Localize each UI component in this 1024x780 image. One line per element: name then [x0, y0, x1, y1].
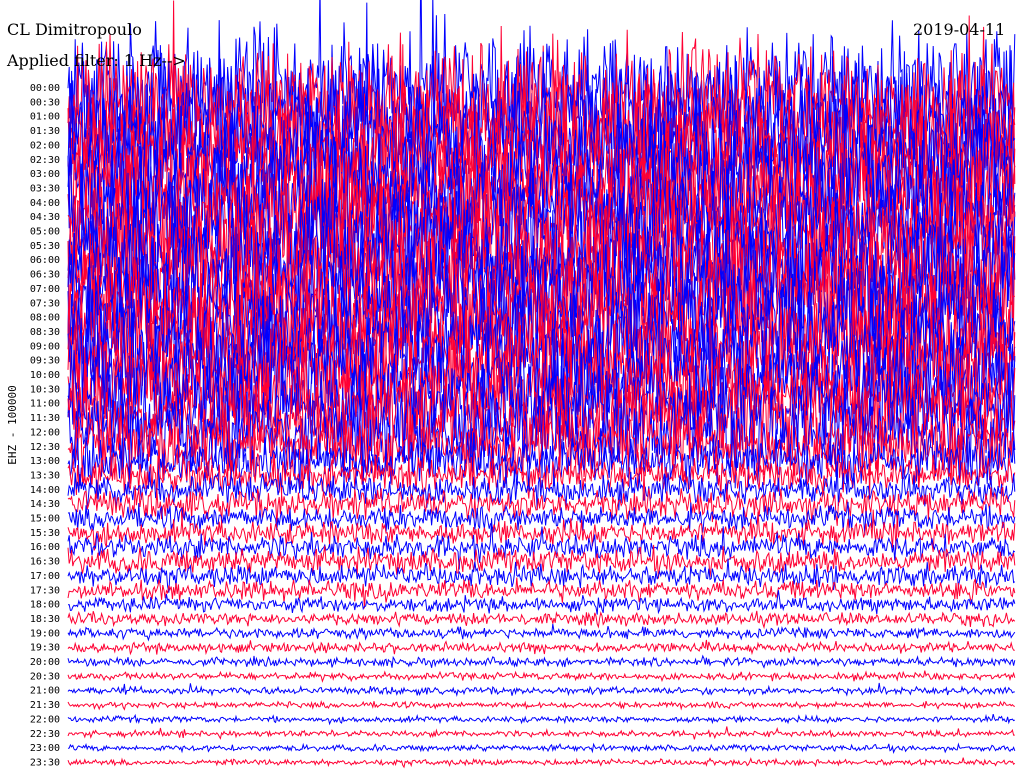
trace-line — [67, 742, 1016, 755]
time-label: 11:30 — [30, 413, 60, 424]
trace-line — [67, 590, 1016, 615]
time-label: 23:30 — [30, 757, 60, 768]
time-label: 02:30 — [30, 155, 60, 166]
trace-group — [67, 0, 1016, 769]
time-label: 22:00 — [30, 714, 60, 725]
trace-line — [67, 623, 1016, 642]
trace-line — [67, 757, 1016, 769]
trace-line — [67, 670, 1016, 683]
time-label: 05:00 — [30, 227, 60, 238]
date-label: 2019-04-11 — [913, 20, 1006, 39]
time-label: 01:00 — [30, 112, 60, 123]
time-label: 17:30 — [30, 585, 60, 596]
time-label: 06:30 — [30, 270, 60, 281]
time-label: 22:30 — [30, 729, 60, 740]
station-title: CL Dimitropoulo — [7, 20, 142, 39]
time-label: 13:30 — [30, 470, 60, 481]
time-label: 15:30 — [30, 528, 60, 539]
time-label: 16:00 — [30, 542, 60, 553]
time-label: 17:00 — [30, 571, 60, 582]
trace-line — [67, 639, 1015, 656]
time-label: 05:30 — [30, 241, 60, 252]
time-label: 08:30 — [30, 327, 60, 338]
time-label: 02:00 — [30, 140, 60, 151]
time-label: 11:00 — [30, 399, 60, 410]
time-label-group: 00:00 00:30 01:00 01:30 02:00 02:30 03:00 03:30… — [30, 83, 60, 768]
time-label: 16:30 — [30, 557, 60, 568]
helicorder-chart: 00:00 00:30 01:00 01:30 02:00 02:30 03:00 03:30… — [0, 0, 1024, 780]
time-label: 15:00 — [30, 514, 60, 525]
time-label: 10:00 — [30, 370, 60, 381]
time-label: 19:00 — [30, 628, 60, 639]
time-label: 09:00 — [30, 341, 60, 352]
time-label: 03:30 — [30, 183, 60, 194]
time-label: 04:30 — [30, 212, 60, 223]
trace-line — [67, 654, 1016, 669]
y-axis-label: EHZ - 100000 — [6, 385, 19, 464]
time-label: 18:30 — [30, 614, 60, 625]
time-label: 20:30 — [30, 671, 60, 682]
time-label: 06:00 — [30, 255, 60, 266]
time-label: 08:00 — [30, 313, 60, 324]
time-label: 21:00 — [30, 686, 60, 697]
time-label: 23:00 — [30, 743, 60, 754]
time-label: 21:30 — [30, 700, 60, 711]
time-label: 07:30 — [30, 298, 60, 309]
time-label: 14:00 — [30, 485, 60, 496]
time-label: 13:00 — [30, 456, 60, 467]
time-label: 10:30 — [30, 384, 60, 395]
trace-line — [67, 610, 1016, 630]
time-label: 20:00 — [30, 657, 60, 668]
time-label: 00:00 — [30, 83, 60, 94]
time-label: 03:00 — [30, 169, 60, 180]
time-label: 12:30 — [30, 442, 60, 453]
trace-line — [67, 726, 1015, 740]
helicorder-svg: 00:00 00:30 01:00 01:30 02:00 02:30 03:00 03:30… — [6, 0, 1016, 769]
time-label: 12:00 — [30, 427, 60, 438]
time-label: 09:30 — [30, 356, 60, 367]
trace-line — [67, 699, 1015, 711]
time-label: 01:30 — [30, 126, 60, 137]
time-label: 07:00 — [30, 284, 60, 295]
time-label: 18:00 — [30, 600, 60, 611]
time-label: 19:30 — [30, 643, 60, 654]
time-label: 00:30 — [30, 97, 60, 108]
time-label: 04:00 — [30, 198, 60, 209]
time-label: 14:30 — [30, 499, 60, 510]
filter-subtitle: Applied filter: 1 Hz--> — [7, 51, 186, 70]
trace-line — [67, 713, 1015, 726]
trace-line — [67, 682, 1015, 698]
